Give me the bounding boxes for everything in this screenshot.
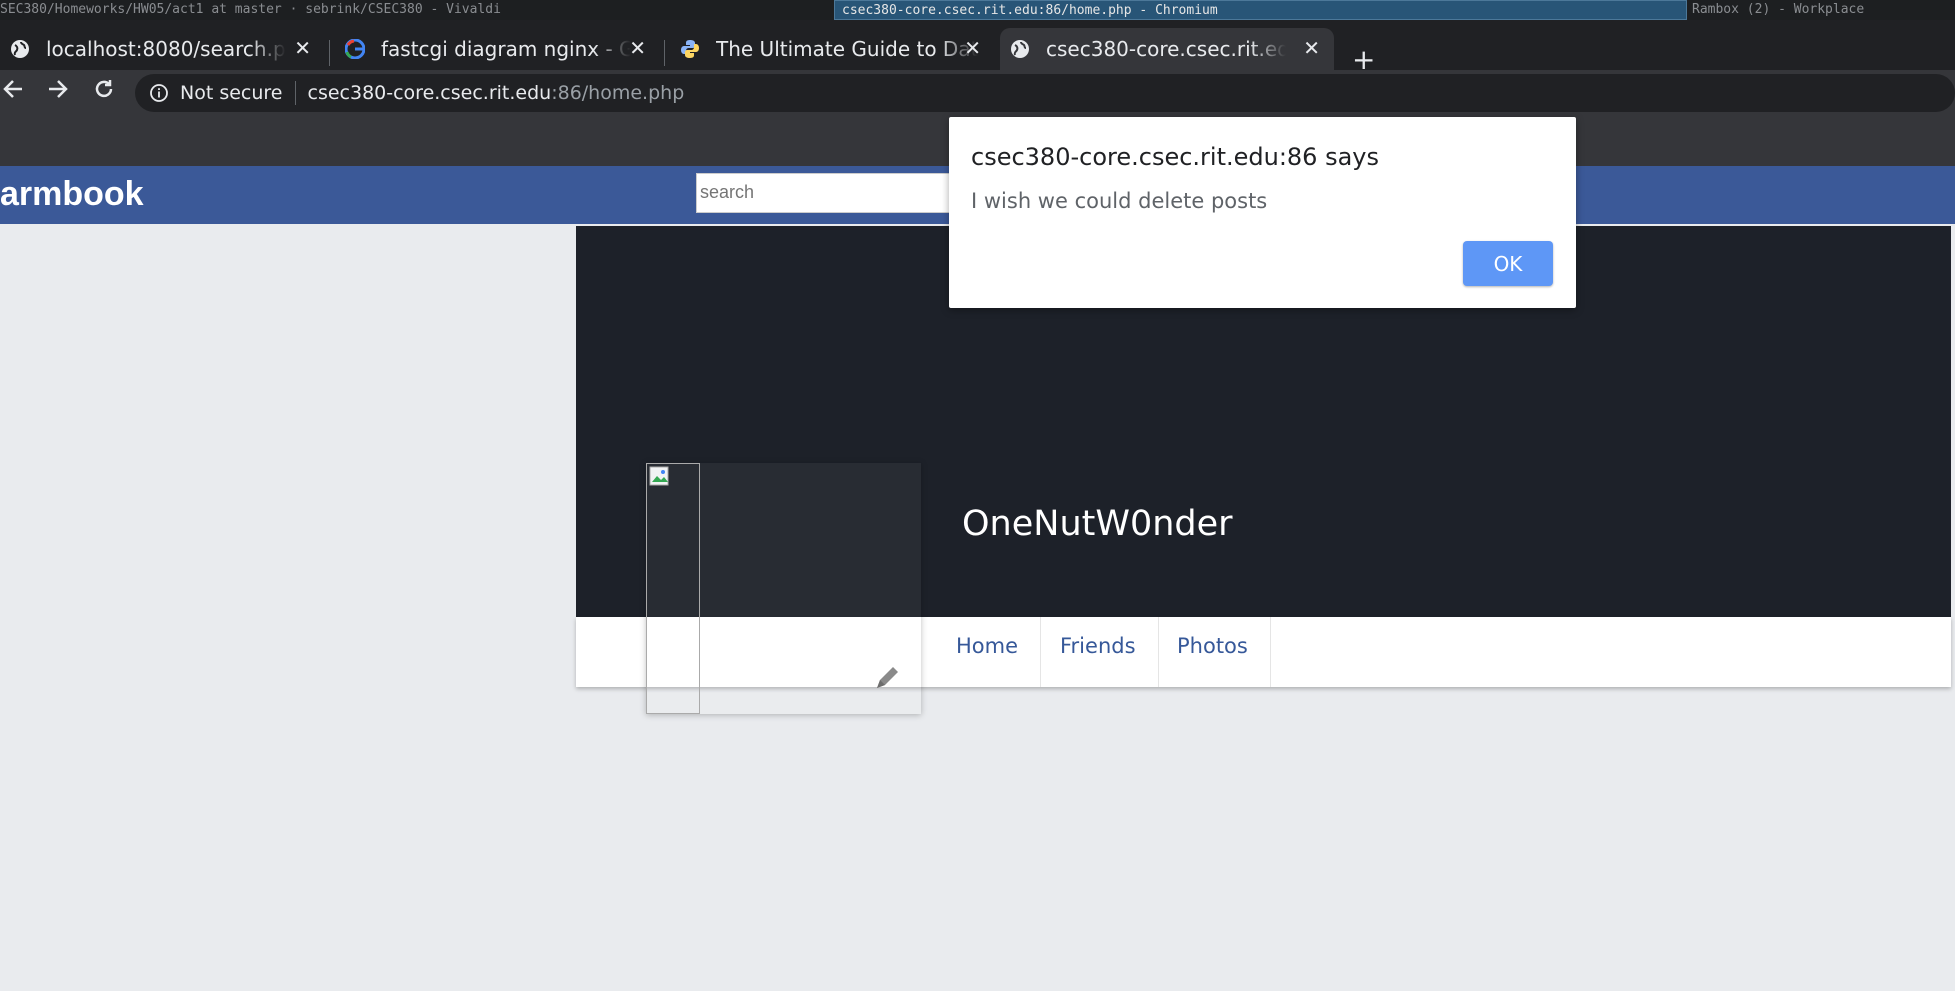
close-tab-icon[interactable]: ✕ bbox=[629, 36, 646, 60]
tab-strip: localhost:8080/search.php ✕ fastcgi diag… bbox=[0, 20, 1955, 76]
reload-icon[interactable] bbox=[93, 78, 115, 106]
wm-window-title-rambox[interactable]: Rambox (2) - Workplace bbox=[1692, 0, 1955, 20]
nav-photos-link[interactable]: Photos bbox=[1155, 617, 1271, 687]
wm-window-title-active[interactable]: csec380-core.csec.rit.edu:86/home.php - … bbox=[834, 0, 1687, 20]
tab-ultimate-guide[interactable]: The Ultimate Guide to Data ✕ bbox=[670, 28, 995, 70]
close-tab-icon[interactable]: ✕ bbox=[964, 36, 981, 60]
tab-separator bbox=[664, 40, 665, 66]
alert-dialog: csec380-core.csec.rit.edu:86 says I wish… bbox=[949, 117, 1576, 308]
google-icon bbox=[345, 39, 365, 59]
tab-google-search[interactable]: fastcgi diagram nginx - Google Search ✕ bbox=[335, 28, 660, 70]
tab-home-php-active[interactable]: csec380-core.csec.rit.edu:86/home.php ✕ bbox=[1000, 28, 1334, 70]
close-tab-icon[interactable]: ✕ bbox=[294, 36, 311, 60]
info-icon[interactable] bbox=[150, 84, 168, 102]
tab-title: fastcgi diagram nginx - Google Search bbox=[381, 37, 631, 61]
tab-title: csec380-core.csec.rit.edu:86/home.php bbox=[1046, 37, 1286, 61]
back-arrow-icon[interactable] bbox=[2, 78, 24, 106]
pencil-edit-icon[interactable] bbox=[873, 662, 903, 696]
window-manager-bar: SEC380/Homeworks/HW05/act1 at master · s… bbox=[0, 0, 1955, 20]
globe-icon bbox=[10, 39, 30, 59]
profile-name[interactable]: OneNutW0nder bbox=[962, 504, 1233, 544]
tab-localhost-search[interactable]: localhost:8080/search.php ✕ bbox=[0, 28, 325, 70]
dialog-message: I wish we could delete posts bbox=[971, 189, 1268, 213]
wm-window-title-vivaldi[interactable]: SEC380/Homeworks/HW05/act1 at master · s… bbox=[0, 0, 830, 20]
tab-separator bbox=[329, 40, 330, 66]
tab-title: The Ultimate Guide to Data bbox=[716, 37, 978, 61]
browser-toolbar: Not secure csec380-core.csec.rit.edu:86/… bbox=[0, 70, 1955, 115]
forward-arrow-icon[interactable] bbox=[47, 78, 69, 106]
python-icon bbox=[680, 39, 700, 59]
globe-icon bbox=[1010, 39, 1030, 59]
nav-home-link[interactable]: Home bbox=[934, 617, 1042, 687]
broken-image-icon bbox=[646, 463, 700, 714]
search-input[interactable]: search bbox=[696, 173, 976, 213]
dialog-title: csec380-core.csec.rit.edu:86 says bbox=[971, 143, 1379, 171]
tab-title: localhost:8080/search.php bbox=[46, 37, 286, 61]
omnibox-divider bbox=[294, 81, 296, 105]
ok-button[interactable]: OK bbox=[1463, 241, 1553, 286]
url-path[interactable]: :86/home.php bbox=[551, 82, 684, 104]
site-logo[interactable]: armbook bbox=[0, 166, 144, 224]
address-bar[interactable]: Not secure csec380-core.csec.rit.edu:86/… bbox=[135, 74, 1955, 112]
close-tab-icon[interactable]: ✕ bbox=[1303, 36, 1320, 60]
url-host[interactable]: csec380-core.csec.rit.edu bbox=[308, 82, 552, 104]
nav-friends-link[interactable]: Friends bbox=[1038, 617, 1159, 687]
security-label[interactable]: Not secure bbox=[180, 82, 283, 104]
